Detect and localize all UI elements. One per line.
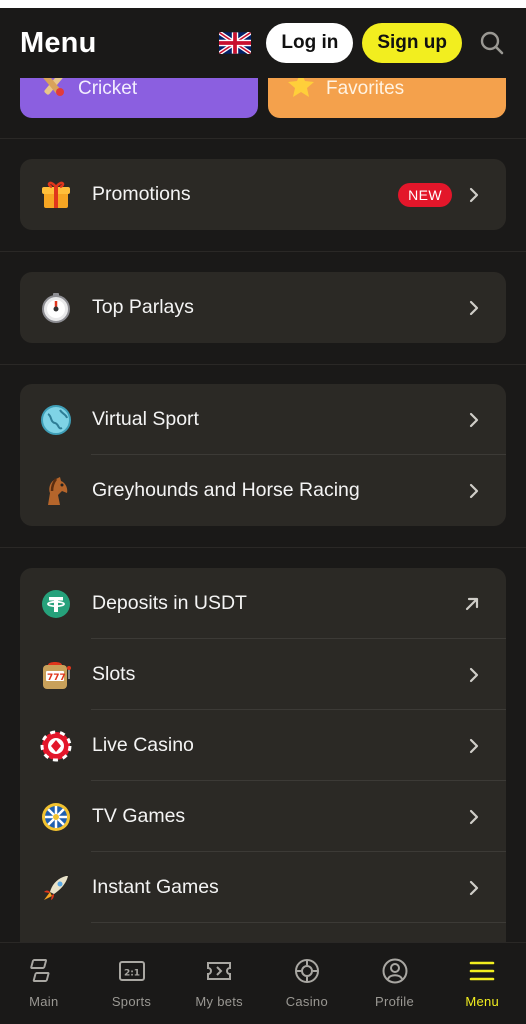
chevron-right-icon [468,809,480,825]
login-button[interactable]: Log in [266,23,354,63]
new-badge: NEW [398,182,452,207]
nav-label: My bets [195,994,243,1009]
menu-item-tv-games[interactable]: TV Games [20,781,506,852]
menu-item-virtual-sport[interactable]: Virtual Sport [20,384,506,455]
chevron-right-icon [468,483,480,499]
casino-icon [293,957,321,985]
nav-sports[interactable]: 2:1 Sports [88,943,176,1024]
svg-text:777: 777 [47,673,66,683]
menu-item-label: Instant Games [92,876,219,898]
menu-item-label: Virtual Sport [92,408,199,430]
external-link-icon [464,596,480,612]
menu-item-top-parlays[interactable]: Top Parlays [20,272,506,343]
nav-casino[interactable]: Casino [263,943,351,1024]
horse-icon [40,475,72,507]
scoreboard-icon: 2:1 [118,957,146,985]
menu-item-deposits-usdt[interactable]: Deposits in USDT [20,568,506,639]
gift-icon [40,179,72,211]
divider [0,251,526,252]
globe-icon [40,404,72,436]
tile-cricket[interactable]: Cricket [20,78,258,118]
menu-item-label: Greyhounds and Horse Racing [92,479,360,501]
cricket-icon [38,78,68,100]
page-title: Menu [20,26,97,59]
svg-text:2:1: 2:1 [123,969,139,979]
promotions-card: Promotions NEW [20,159,506,230]
divider [0,138,526,139]
uk-flag-icon[interactable] [219,32,252,54]
casino-chip-icon [40,730,72,762]
chevron-right-icon [468,880,480,896]
menu-item-instant-games[interactable]: Instant Games [20,852,506,923]
search-icon[interactable] [478,29,506,57]
nav-label: Main [29,994,59,1009]
nav-label: Sports [111,994,152,1009]
chevron-right-icon [468,187,480,203]
main-icon [30,957,58,985]
menu-icon [468,957,496,985]
row-separator [91,922,506,923]
menu-item-label: TV Games [92,805,186,827]
nav-label: Casino [285,994,328,1009]
stopwatch-icon [40,292,72,324]
ticket-icon [205,957,233,985]
star-icon [286,78,316,100]
menu-item-label: Promotions [92,183,191,205]
nav-label: Profile [375,994,414,1009]
chevron-right-icon [468,412,480,428]
menu-item-promotions[interactable]: Promotions NEW [20,159,506,230]
signup-button[interactable]: Sign up [362,23,462,63]
divider [0,547,526,548]
menu-content: Cricket Favorites Promotions NEW Top Par… [0,78,526,942]
menu-item-label: Deposits in USDT [92,592,247,614]
menu-item-greyhounds-horse-racing[interactable]: Greyhounds and Horse Racing [20,455,506,526]
category-tiles: Cricket Favorites [20,78,506,118]
menu-item-live-casino[interactable]: Live Casino [20,710,506,781]
menu-item-label: Live Casino [92,734,194,756]
chevron-right-icon [468,300,480,316]
header: Menu Log in Sign up [0,8,526,78]
profile-icon [381,957,409,985]
nav-label: Menu [465,994,500,1009]
nav-main[interactable]: Main [0,943,88,1024]
chevron-right-icon [468,667,480,683]
menu-item-slots[interactable]: 777 Slots [20,639,506,710]
nav-my-bets[interactable]: My bets [175,943,263,1024]
nav-profile[interactable]: Profile [351,943,439,1024]
slot-machine-icon: 777 [40,659,72,691]
tile-label: Cricket [78,78,138,99]
bottom-nav: Main 2:1 Sports My bets Casino Profile M… [0,942,526,1024]
tile-favorites[interactable]: Favorites [268,78,506,118]
status-bar [0,0,526,8]
nav-menu[interactable]: Menu [438,943,526,1024]
rocket-icon [40,872,72,904]
menu-item-label: Top Parlays [92,296,194,318]
chevron-right-icon [468,738,480,754]
wheel-icon [40,801,72,833]
casino-card: Deposits in USDT 777 Slots Live Casino T… [20,568,506,942]
menu-item-label: Slots [92,663,136,685]
tether-icon [40,588,72,620]
virtual-card: Virtual Sport Greyhounds and Horse Racin… [20,384,506,526]
tile-label: Favorites [326,78,405,99]
top-parlays-card: Top Parlays [20,272,506,343]
divider [0,364,526,365]
